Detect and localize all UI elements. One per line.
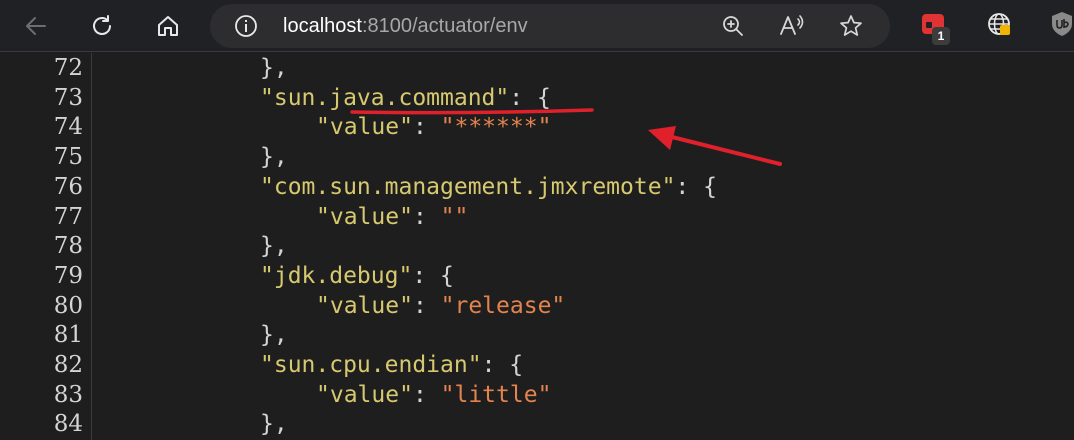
line-number: 75 <box>53 144 83 171</box>
line-number: 80 <box>53 292 83 319</box>
reload-icon <box>89 13 115 39</box>
json-punctuation: : { <box>509 84 551 111</box>
browser-toolbar: localhost:8100/actuator/env 1 <box>0 0 1074 52</box>
globe-extension-icon[interactable] <box>985 10 1013 43</box>
code-line: 78}, <box>0 231 1074 261</box>
code-line: 75}, <box>0 142 1074 172</box>
code-text: }, <box>260 320 288 350</box>
json-string: "******" <box>440 114 552 141</box>
json-punctuation: : { <box>675 173 717 200</box>
read-aloud-icon[interactable] <box>778 13 806 44</box>
code-text: }, <box>260 231 288 261</box>
json-punctuation: : { <box>481 352 524 378</box>
json-punctuation: }, <box>260 411 288 438</box>
code-text: }, <box>260 142 288 172</box>
url-host: localhost <box>283 15 362 37</box>
home-button[interactable] <box>150 8 186 44</box>
code-line: 83 "value": "little" <box>0 380 1074 410</box>
line-number: 82 <box>53 352 83 378</box>
address-bar[interactable]: localhost:8100/actuator/env <box>210 4 890 48</box>
json-key: "jdk.debug" <box>260 262 413 289</box>
home-icon <box>155 13 181 39</box>
zoom-in-icon[interactable] <box>721 14 745 43</box>
code-text: "value": "release" <box>316 291 565 321</box>
back-button[interactable] <box>18 8 54 44</box>
code-line: 77 "value": "" <box>0 202 1074 232</box>
code-text: "com.sun.management.jmxremote": { <box>260 172 717 202</box>
json-string: "little" <box>440 381 552 408</box>
code-text: "sun.cpu.endian": { <box>260 350 523 380</box>
json-key: "sun.java.command" <box>260 84 510 111</box>
back-arrow-icon <box>23 13 49 39</box>
url-path: :8100/actuator/env <box>361 15 528 37</box>
json-punctuation: : <box>412 381 441 408</box>
code-text: "value": "" <box>316 202 468 232</box>
code-text: "value": "little" <box>316 380 551 410</box>
json-string: "release" <box>440 292 566 319</box>
json-string: "" <box>440 203 469 230</box>
line-number: 74 <box>53 114 83 141</box>
json-punctuation: : <box>412 292 441 319</box>
info-icon[interactable] <box>234 14 258 38</box>
json-key: "sun.cpu.endian" <box>260 352 482 378</box>
url-text[interactable]: localhost:8100/actuator/env <box>283 15 528 37</box>
line-number: 78 <box>53 233 83 260</box>
code-line: 76 "com.sun.management.jmxremote": { <box>0 172 1074 202</box>
extension-badge: 1 <box>932 27 950 45</box>
code-text: "jdk.debug": { <box>260 261 454 291</box>
json-punctuation: : <box>412 114 441 141</box>
json-punctuation: }, <box>260 322 288 349</box>
code-text: "sun.java.command": { <box>260 83 551 113</box>
code-line: 82 "sun.cpu.endian": { <box>0 350 1074 380</box>
line-number: 77 <box>53 203 83 230</box>
line-number: 72 <box>53 55 83 81</box>
json-punctuation: }, <box>260 55 288 81</box>
line-number: 79 <box>53 262 83 289</box>
json-punctuation: }, <box>260 144 288 171</box>
json-key: "value" <box>316 292 413 319</box>
json-key: "value" <box>316 381 413 408</box>
code-line: 73 "sun.java.command": { <box>0 83 1074 113</box>
json-viewer: 72}, 73 "sun.java.command": {74 "value": "*… <box>0 53 1074 440</box>
code-line: 72}, <box>0 53 1074 83</box>
code-text: "value": "******" <box>316 112 551 142</box>
line-number: 76 <box>53 173 83 200</box>
line-number: 81 <box>53 322 83 349</box>
code-line: 79 "jdk.debug": { <box>0 261 1074 291</box>
code-line: 80 "value": "release" <box>0 291 1074 321</box>
json-punctuation: : <box>412 203 441 230</box>
line-number: 84 <box>53 411 83 438</box>
ublock-shield-icon[interactable] <box>1050 10 1074 43</box>
json-key: "value" <box>316 114 413 141</box>
line-number: 83 <box>53 381 83 408</box>
json-key: "value" <box>316 203 413 230</box>
code-text: }, <box>260 53 288 83</box>
reload-button[interactable] <box>84 8 120 44</box>
star-icon[interactable] <box>838 13 864 44</box>
json-key: "com.sun.management.jmxremote" <box>260 173 676 200</box>
code-line: 84}, <box>0 409 1074 439</box>
code-line: 74 "value": "******" <box>0 112 1074 142</box>
json-punctuation: : { <box>412 262 454 289</box>
line-number: 73 <box>53 84 83 111</box>
code-line: 81}, <box>0 320 1074 350</box>
json-punctuation: }, <box>260 233 288 260</box>
code-text: }, <box>260 409 288 439</box>
